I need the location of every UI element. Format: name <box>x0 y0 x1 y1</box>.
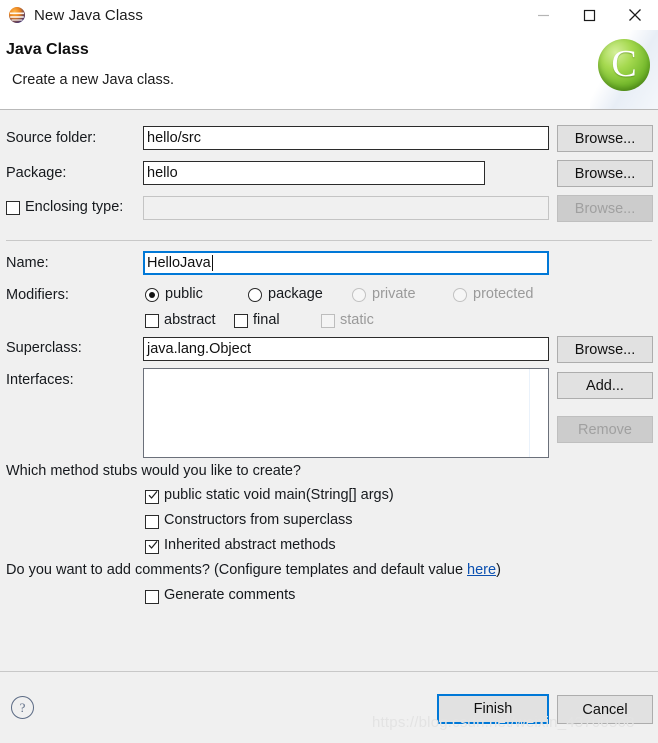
superclass-browse-button[interactable]: Browse... <box>557 336 653 363</box>
eclipse-sphere-icon <box>8 6 26 24</box>
close-icon[interactable] <box>612 0 658 30</box>
minimize-icon[interactable] <box>520 0 566 30</box>
radio-public-label: public <box>165 286 203 302</box>
maximize-icon[interactable] <box>566 0 612 30</box>
source-folder-browse-button[interactable]: Browse... <box>557 125 653 152</box>
check-icon <box>148 541 158 549</box>
interfaces-list-scrollbar[interactable] <box>529 369 530 457</box>
checkbox-generate-comments[interactable] <box>145 590 159 604</box>
checkbox-inherited-abstract-label: Inherited abstract methods <box>164 537 336 553</box>
superclass-input[interactable]: java.lang.Object <box>143 337 549 361</box>
checkbox-generate-comments-label: Generate comments <box>164 587 296 603</box>
dialog-body: Source folder: hello/src Browse... Packa… <box>0 110 658 671</box>
interfaces-remove-button: Remove <box>557 416 653 443</box>
name-input[interactable]: HelloJava <box>143 251 549 275</box>
checkbox-constructors[interactable] <box>145 515 159 529</box>
window-title: New Java Class <box>34 6 143 24</box>
checkbox-constructors-label: Constructors from superclass <box>164 512 353 528</box>
page-title: Java Class <box>6 41 89 58</box>
radio-public[interactable] <box>145 288 159 302</box>
help-icon[interactable]: ? <box>11 696 34 719</box>
comments-question-suffix: ) <box>496 562 501 578</box>
enclosing-type-browse-button: Browse... <box>557 195 653 222</box>
modifiers-label: Modifiers: <box>6 287 69 303</box>
radio-public-dot <box>149 292 155 298</box>
finish-button[interactable]: Finish <box>437 694 549 724</box>
java-class-logo: C <box>590 30 658 109</box>
radio-protected <box>453 288 467 302</box>
checkbox-static <box>321 314 335 328</box>
package-browse-button[interactable]: Browse... <box>557 160 653 187</box>
interfaces-list[interactable] <box>143 368 549 458</box>
radio-private <box>352 288 366 302</box>
new-java-class-dialog: New Java Class Java Class Create a new J… <box>0 0 658 743</box>
title-bar: New Java Class <box>0 0 658 30</box>
check-icon <box>148 491 158 499</box>
package-value: hello <box>147 165 178 181</box>
radio-package[interactable] <box>248 288 262 302</box>
enclosing-type-input <box>143 196 549 220</box>
checkbox-final[interactable] <box>234 314 248 328</box>
superclass-label: Superclass: <box>6 340 82 356</box>
comments-question-prefix: Do you want to add comments? (Configure … <box>6 562 468 578</box>
method-stubs-question: Which method stubs would you like to cre… <box>6 463 301 479</box>
checkbox-abstract-label: abstract <box>164 312 216 328</box>
radio-protected-label: protected <box>473 286 534 302</box>
window-controls <box>520 0 658 30</box>
page-description: Create a new Java class. <box>12 72 174 88</box>
dialog-footer: ? Finish Cancel <box>0 671 658 743</box>
enclosing-type-checkbox[interactable] <box>6 201 20 215</box>
source-folder-input[interactable]: hello/src <box>143 126 549 150</box>
checkbox-main-method-label: public static void main(String[] args) <box>164 487 394 503</box>
enclosing-type-label: Enclosing type: <box>25 199 124 215</box>
package-label: Package: <box>6 165 67 181</box>
dialog-header: Java Class Create a new Java class. C <box>0 30 658 110</box>
superclass-value: java.lang.Object <box>147 341 251 357</box>
radio-package-label: package <box>268 286 323 302</box>
cancel-button[interactable]: Cancel <box>557 695 653 724</box>
radio-private-label: private <box>372 286 416 302</box>
green-sphere-icon: C <box>598 39 650 91</box>
checkbox-final-label: final <box>253 312 280 328</box>
comments-question: Do you want to add comments? (Configure … <box>6 562 501 578</box>
package-input[interactable]: hello <box>143 161 485 185</box>
text-caret <box>211 255 213 271</box>
checkbox-static-label: static <box>340 312 374 328</box>
checkbox-main-method[interactable] <box>145 490 159 504</box>
name-value: HelloJava <box>147 255 211 271</box>
section-separator-1 <box>6 240 652 241</box>
source-folder-label: Source folder: <box>6 130 97 146</box>
name-label: Name: <box>6 255 49 271</box>
interfaces-add-button[interactable]: Add... <box>557 372 653 399</box>
checkbox-abstract[interactable] <box>145 314 159 328</box>
configure-templates-link[interactable]: here <box>467 562 496 578</box>
logo-letter: C <box>611 42 637 85</box>
checkbox-inherited-abstract[interactable] <box>145 540 159 554</box>
interfaces-label: Interfaces: <box>6 372 74 388</box>
source-folder-value: hello/src <box>147 130 201 146</box>
